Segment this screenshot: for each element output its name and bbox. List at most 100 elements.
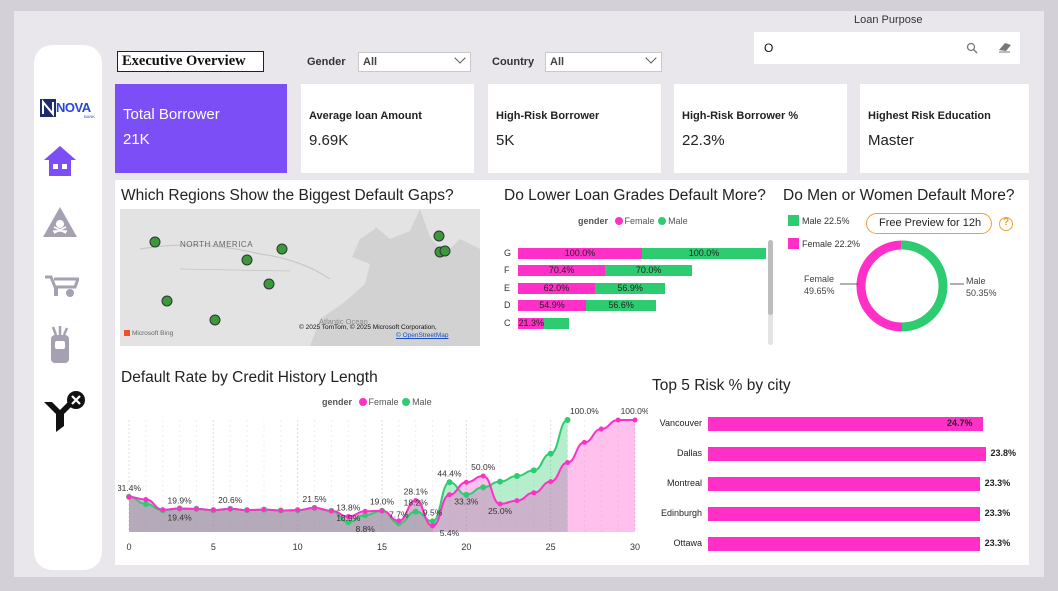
male-point[interactable] xyxy=(412,508,419,515)
country-slicer[interactable]: All xyxy=(545,52,662,72)
female-point[interactable] xyxy=(126,494,132,500)
female-bar[interactable]: 70.4% xyxy=(518,265,606,277)
kpi-label: Highest Risk Education xyxy=(868,110,991,122)
grades-scrollbar[interactable] xyxy=(768,240,773,345)
data-label: 7.7% xyxy=(389,509,409,519)
donut-leader-lines xyxy=(840,283,964,285)
female-point[interactable] xyxy=(227,506,233,512)
bar-value-label: 23.3% xyxy=(984,538,1011,548)
gender-slicer[interactable]: All xyxy=(358,52,471,72)
female-point[interactable] xyxy=(598,426,604,432)
female-point[interactable] xyxy=(143,497,149,503)
female-point[interactable] xyxy=(261,507,267,513)
male-bar[interactable]: 70.0% xyxy=(605,265,693,277)
male-point[interactable] xyxy=(530,467,537,474)
bar-value-label: 21.3% xyxy=(518,317,544,328)
female-point[interactable] xyxy=(328,508,334,514)
female-bar[interactable]: 54.9% xyxy=(518,300,587,312)
male-point[interactable] xyxy=(513,473,520,479)
wheelbarrow-icon[interactable] xyxy=(43,271,79,299)
female-point[interactable] xyxy=(514,498,520,504)
city-bar[interactable] xyxy=(708,417,984,431)
male-point[interactable] xyxy=(480,484,487,491)
donut-male-label: Male 50.35% xyxy=(966,275,997,299)
male-point[interactable] xyxy=(446,479,453,486)
female-legend-dot xyxy=(358,398,367,406)
male-point[interactable] xyxy=(497,478,504,485)
legend-male: Male xyxy=(412,397,432,407)
hazard-warning-icon[interactable] xyxy=(41,205,79,239)
female-point[interactable] xyxy=(210,507,216,513)
female-point[interactable] xyxy=(531,490,537,496)
grade-label: D xyxy=(504,300,511,311)
kpi-value: 5K xyxy=(496,132,515,149)
data-label: 5.4% xyxy=(440,528,460,538)
kpi-label: Total Borrower xyxy=(123,106,220,123)
male-legend-text: Male 22.5% xyxy=(802,216,850,226)
eraser-icon[interactable] xyxy=(998,41,1012,53)
free-preview-label: Free Preview for 12h xyxy=(879,217,982,229)
female-point[interactable] xyxy=(312,505,318,511)
female-point[interactable] xyxy=(632,417,638,423)
cities-title: Top 5 Risk % by city xyxy=(652,377,791,394)
city-label: Vancouver xyxy=(659,418,702,428)
legend-title: gender xyxy=(578,216,609,226)
female-point[interactable] xyxy=(193,506,199,512)
data-label: 19.9% xyxy=(168,496,193,506)
grades-legend: gender Female Male xyxy=(578,216,688,226)
female-point[interactable] xyxy=(295,507,301,513)
data-label: 100.0% xyxy=(621,408,648,416)
sidebar: NOVA BANK xyxy=(34,45,102,570)
male-bar[interactable]: 100.0% xyxy=(642,248,766,259)
female-point[interactable] xyxy=(177,505,183,511)
male-bar[interactable]: 56.6% xyxy=(586,300,657,312)
city-bar[interactable] xyxy=(708,537,980,551)
female-point[interactable] xyxy=(278,507,284,513)
female-point[interactable] xyxy=(446,492,452,498)
logo-mark-icon xyxy=(40,99,56,117)
female-point[interactable] xyxy=(615,417,621,423)
filter-clear-icon[interactable] xyxy=(42,388,88,434)
female-point[interactable] xyxy=(379,508,385,514)
nova-logo[interactable]: NOVA BANK xyxy=(40,99,98,119)
female-bar[interactable]: 62.0% xyxy=(518,282,595,294)
male-point[interactable] xyxy=(564,417,571,423)
female-point[interactable] xyxy=(581,439,587,445)
female-point[interactable] xyxy=(548,479,554,485)
female-label: Female xyxy=(804,274,835,284)
female-point[interactable] xyxy=(463,479,469,485)
female-bar[interactable]: 21.3% xyxy=(518,317,545,329)
region-map[interactable]: NORTH AMERICA Atlantic Ocean Microsoft B… xyxy=(120,209,480,346)
help-icon[interactable]: ? xyxy=(999,217,1013,231)
free-preview-button[interactable]: Free Preview for 12h xyxy=(866,213,992,234)
female-point[interactable] xyxy=(430,523,436,529)
female-point[interactable] xyxy=(362,508,368,514)
female-point[interactable] xyxy=(244,507,250,513)
home-icon[interactable] xyxy=(42,144,78,178)
loan-purpose-search[interactable]: O xyxy=(754,32,1020,64)
city-bar[interactable] xyxy=(708,477,980,491)
golf-bag-icon[interactable] xyxy=(48,325,72,365)
female-point[interactable] xyxy=(480,473,486,479)
country-slicer-value: All xyxy=(550,56,565,68)
x-tick-label: 0 xyxy=(126,542,131,552)
grades-scrollbar-thumb[interactable] xyxy=(768,240,773,315)
male-bar[interactable] xyxy=(544,317,570,329)
data-label: 21.5% xyxy=(302,494,327,504)
female-point[interactable] xyxy=(160,507,166,513)
donut-legend-male: Male 22.5% xyxy=(788,215,850,226)
female-point[interactable] xyxy=(565,460,571,466)
search-icon[interactable] xyxy=(966,42,978,54)
donut-legend-female: Female 22.2% xyxy=(788,238,860,249)
map-marker xyxy=(161,295,173,307)
male-legend-swatch xyxy=(788,215,799,226)
map-marker xyxy=(149,236,161,248)
city-bar[interactable] xyxy=(708,507,980,521)
city-bar[interactable] xyxy=(708,447,986,461)
data-label: 9.5% xyxy=(423,507,443,517)
bar-value-label: 56.6% xyxy=(608,300,634,311)
female-bar[interactable]: 100.0% xyxy=(518,248,642,259)
male-point[interactable] xyxy=(547,450,554,457)
male-legend-dot xyxy=(658,217,667,225)
male-bar[interactable]: 56.9% xyxy=(594,282,666,294)
